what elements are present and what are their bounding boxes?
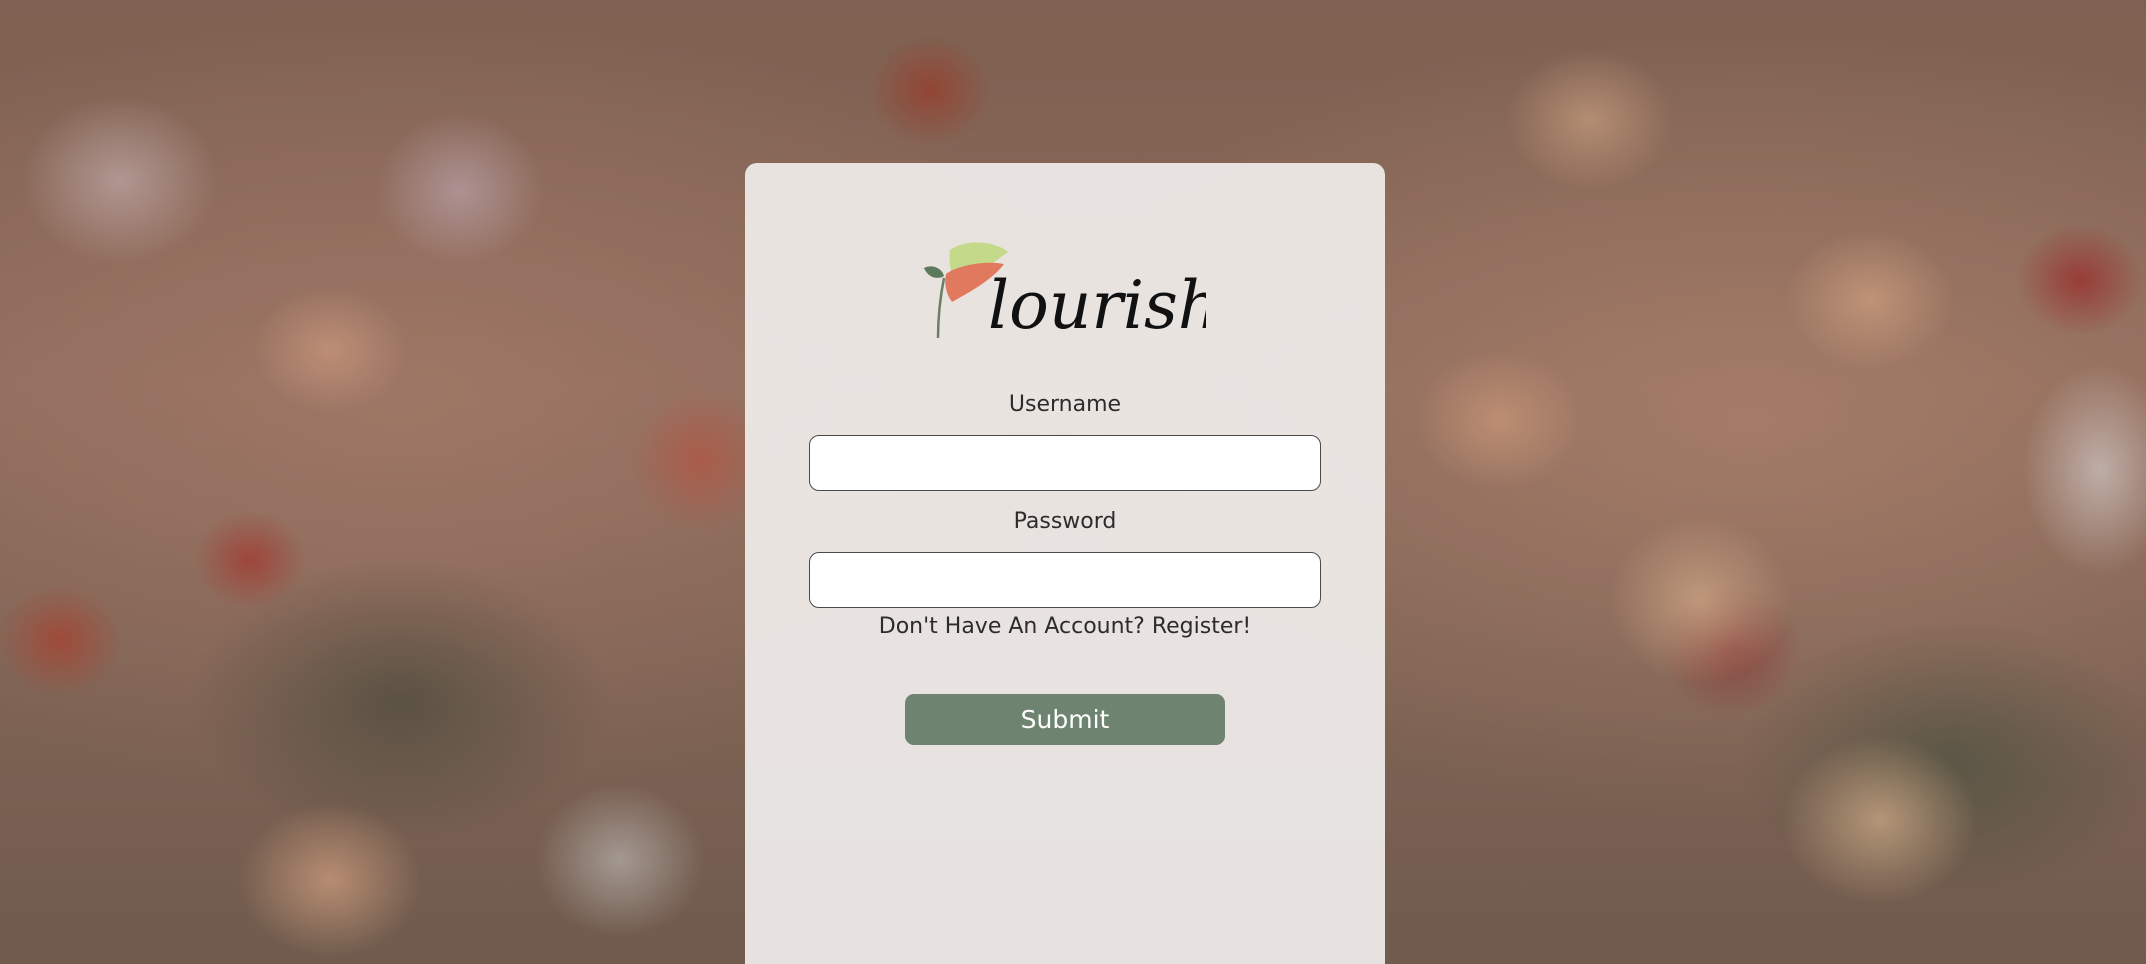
flourish-logo: lourish — [924, 242, 1206, 342]
register-link[interactable]: Don't Have An Account? Register! — [745, 614, 1385, 639]
password-input[interactable] — [809, 552, 1321, 608]
username-label: Username — [1008, 392, 1122, 417]
logo-wordmark: lourish — [988, 267, 1206, 342]
submit-button[interactable]: Submit — [905, 694, 1225, 745]
username-input[interactable] — [809, 435, 1321, 491]
password-label: Password — [1013, 509, 1117, 534]
